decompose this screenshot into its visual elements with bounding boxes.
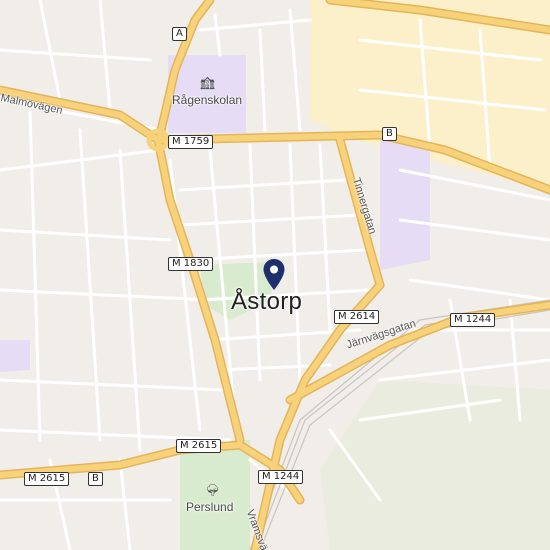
poi-label-perslund[interactable]: Perslund xyxy=(186,500,233,514)
poi-label-ragenskolan[interactable]: Rågenskolan xyxy=(172,93,242,107)
road-shield-b-south: B xyxy=(88,472,103,486)
location-pin-icon[interactable] xyxy=(262,258,286,292)
map-view[interactable]: Malmövägen Tinnergatan Järnvägsgatan Vra… xyxy=(0,0,550,550)
road-shield-m2615-west: M 2615 xyxy=(24,472,70,486)
road-shield-m2615-center: M 2615 xyxy=(176,439,222,453)
road-shield-a: A xyxy=(172,27,187,41)
road-shield-m1244-south: M 1244 xyxy=(258,470,304,484)
road-shield-m1759: M 1759 xyxy=(168,135,214,149)
road-shield-m1244-east: M 1244 xyxy=(450,313,496,327)
road-shield-m2614: M 2614 xyxy=(334,310,380,324)
town-label: Åstorp xyxy=(231,288,303,315)
road-shield-b-north: B xyxy=(382,127,397,141)
school-icon[interactable]: 🏫︎ xyxy=(200,76,215,90)
purple-area-east xyxy=(380,140,430,270)
purple-area-west xyxy=(0,340,30,372)
park-icon[interactable]: 🌳︎ xyxy=(205,483,220,497)
road-shield-m1830: M 1830 xyxy=(168,257,214,271)
